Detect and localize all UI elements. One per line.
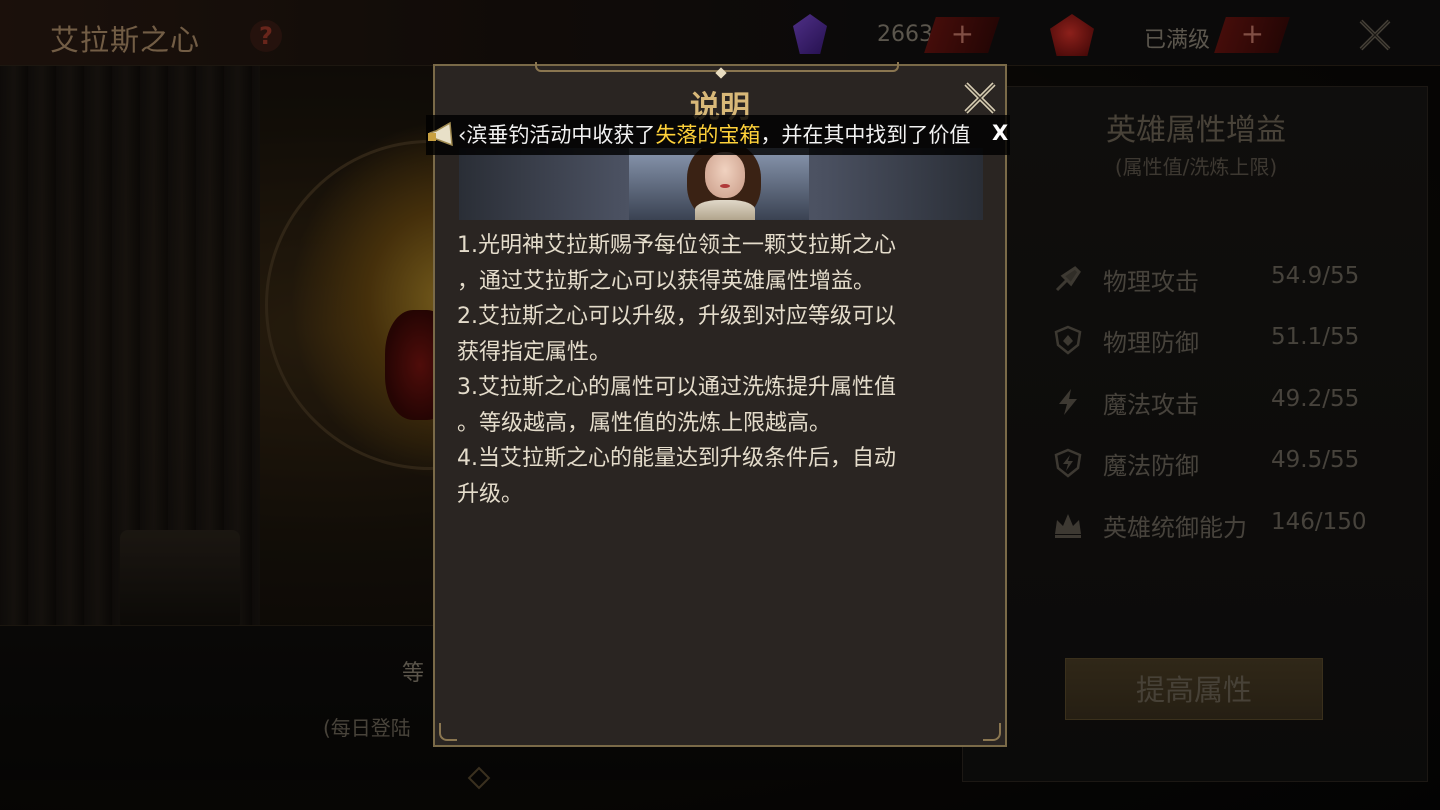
- marquee-text-after: ，并在其中找到了价值: [760, 123, 971, 147]
- description-line: ，通过艾拉斯之心可以获得英雄属性增益。: [457, 268, 876, 294]
- description-line: 。等级越高，属性值的洗炼上限越高。: [457, 410, 832, 436]
- dialog-description: 1.光明神艾拉斯赐予每位领主一颗艾拉斯之心 ，通过艾拉斯之心可以获得英雄属性增益…: [457, 228, 987, 512]
- marquee-viewport: ‹滨垂钓活动中收获了失落的宝箱，并在其中找到了价值: [458, 115, 978, 155]
- corner-ornament: [439, 723, 457, 741]
- description-line: 4.当艾拉斯之心的能量达到升级条件后，自动: [457, 446, 896, 471]
- broadcast-marquee: ‹滨垂钓活动中收获了失落的宝箱，并在其中找到了价值 X: [426, 115, 1010, 155]
- marquee-text-before: ‹滨垂钓活动中收获了: [458, 123, 656, 147]
- close-icon[interactable]: [962, 80, 998, 116]
- portrait-lips: [720, 184, 730, 188]
- corner-ornament: [983, 723, 1001, 741]
- info-dialog: 说明 1.光明神艾拉斯赐予每位领主一颗艾拉斯之心 ，通过艾拉斯之心可以获得英雄属…: [433, 62, 1007, 747]
- description-line: 升级。: [457, 481, 524, 507]
- description-line: 1.光明神艾拉斯赐予每位领主一颗艾拉斯之心: [457, 233, 896, 258]
- description-line: 2.艾拉斯之心可以升级，升级到对应等级可以: [457, 304, 896, 329]
- portrait-face: [705, 152, 745, 198]
- description-line: 获得指定属性。: [457, 339, 612, 365]
- marquee-message: ‹滨垂钓活动中收获了失落的宝箱，并在其中找到了价值: [458, 115, 970, 155]
- description-line: 3.艾拉斯之心的属性可以通过洗炼提升属性值: [457, 375, 896, 400]
- megaphone-icon: [428, 121, 453, 147]
- marquee-close-button[interactable]: X: [992, 121, 1008, 145]
- goddess-banner-image: [459, 148, 983, 220]
- item-name-highlight: 失落的宝箱: [655, 123, 761, 147]
- portrait-dress: [695, 200, 755, 220]
